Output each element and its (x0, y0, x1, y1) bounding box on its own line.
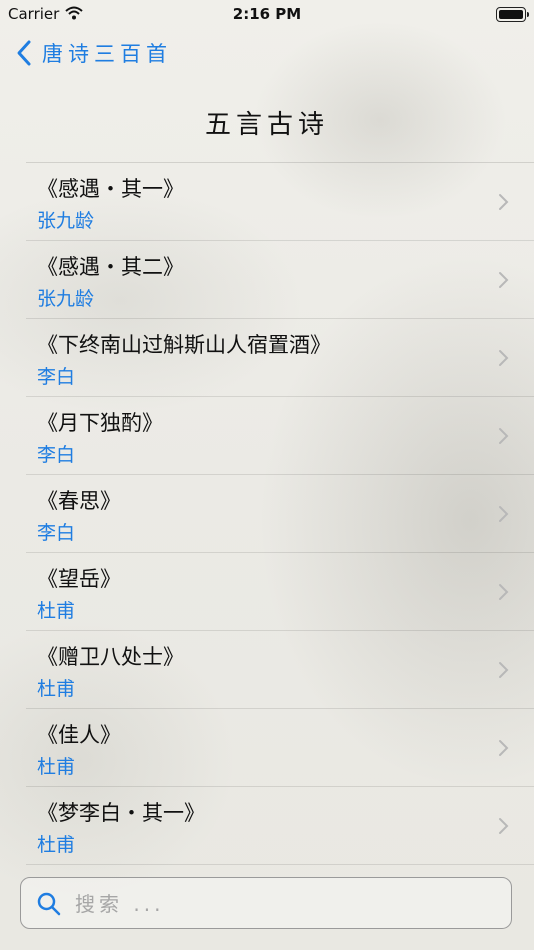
poem-title: 《佳人》 (37, 723, 121, 747)
poem-title: 《感遇・其二》 (37, 255, 184, 279)
poem-row[interactable]: 《赠卫八处士》 杜甫 (26, 631, 534, 709)
poem-author: 张九龄 (37, 288, 95, 310)
poem-list: 《感遇・其一》 张九龄 《感遇・其二》 张九龄 《下终南山过斛斯山人宿置酒》 李… (26, 162, 534, 865)
chevron-right-icon (499, 350, 509, 366)
chevron-right-icon (499, 272, 509, 288)
chevron-right-icon (499, 662, 509, 678)
clock: 2:16 PM (232, 5, 302, 23)
poem-row[interactable]: 《望岳》 杜甫 (26, 553, 534, 631)
poem-row[interactable]: 《月下独酌》 李白 (26, 397, 534, 475)
navigation-bar: 唐诗三百首 (0, 30, 534, 78)
chevron-left-icon (17, 40, 31, 66)
poem-title: 《春思》 (37, 489, 121, 513)
poem-title: 《望岳》 (37, 567, 121, 591)
status-bar: Carrier 2:16 PM (0, 0, 534, 30)
poem-title: 《月下独酌》 (37, 411, 163, 435)
poem-author: 张九龄 (37, 210, 95, 232)
poem-title: 《下终南山过斛斯山人宿置酒》 (37, 333, 331, 357)
poem-row[interactable]: 《感遇・其二》 张九龄 (26, 241, 534, 319)
chevron-right-icon (499, 194, 509, 210)
search-bar (20, 877, 512, 929)
search-input[interactable] (73, 886, 497, 922)
search-icon (37, 892, 61, 916)
chevron-right-icon (499, 818, 509, 834)
poem-author: 杜甫 (37, 834, 76, 856)
poem-row[interactable]: 《感遇・其一》 张九龄 (26, 163, 534, 241)
back-button[interactable]: 唐诗三百首 (14, 38, 172, 68)
poem-author: 李白 (37, 522, 76, 544)
poem-title: 《赠卫八处士》 (37, 645, 184, 669)
poem-title: 《感遇・其一》 (37, 177, 184, 201)
poem-author: 杜甫 (37, 756, 76, 778)
chevron-right-icon (499, 506, 509, 522)
poem-author: 李白 (37, 444, 76, 466)
poem-author: 李白 (37, 366, 76, 388)
chevron-right-icon (499, 740, 509, 756)
poem-author: 杜甫 (37, 678, 76, 700)
back-button-label: 唐诗三百首 (42, 42, 172, 66)
poem-title: 《梦李白・其一》 (37, 801, 205, 825)
poem-author: 杜甫 (37, 600, 76, 622)
poem-row[interactable]: 《下终南山过斛斯山人宿置酒》 李白 (26, 319, 534, 397)
poem-row[interactable]: 《梦李白・其一》 杜甫 (26, 787, 534, 865)
chevron-right-icon (499, 428, 509, 444)
poem-row[interactable]: 《佳人》 杜甫 (26, 709, 534, 787)
chevron-right-icon (499, 584, 509, 600)
page-title: 五言古诗 (204, 110, 329, 140)
poem-row[interactable]: 《春思》 李白 (26, 475, 534, 553)
battery-icon (496, 7, 529, 22)
